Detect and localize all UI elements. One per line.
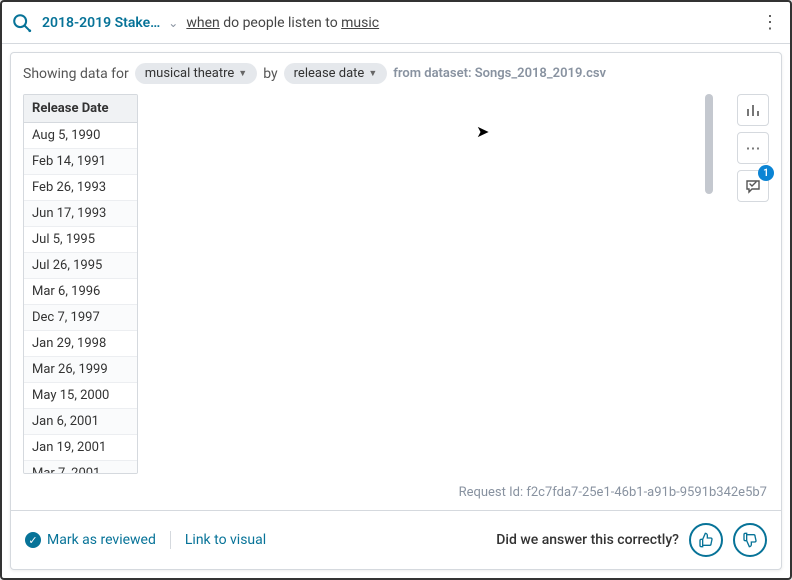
table-row[interactable]: Dec 7, 1997 [24,305,137,331]
footer-left: ✓ Mark as reviewed Link to visual [25,531,266,549]
more-options-button[interactable]: ⋯ [737,132,769,164]
scrollbar[interactable] [705,94,713,194]
filter-row: Showing data for musical theatre ▼ by re… [11,53,781,94]
comments-button[interactable]: 1 [737,170,769,202]
app-window: 2018-2019 Stake… ⌄ when do people listen… [0,0,792,580]
mark-reviewed-button[interactable]: ✓ Mark as reviewed [25,532,156,548]
content-row: Release Date Aug 5, 1990Feb 14, 1991Feb … [11,94,781,479]
table-row[interactable]: Jan 19, 2001 [24,435,137,461]
table-row[interactable]: Jul 26, 1995 [24,253,137,279]
divider [170,531,171,549]
chart-type-button[interactable] [737,94,769,126]
table-body: Aug 5, 1990Feb 14, 1991Feb 26, 1993Jun 1… [24,123,137,474]
query-word-last: music [341,15,379,31]
table-row[interactable]: Jul 5, 1995 [24,227,137,253]
result-table: Release Date Aug 5, 1990Feb 14, 1991Feb … [23,94,138,474]
query-word-mid: do people listen to [220,15,341,31]
table-row[interactable]: Jan 29, 1998 [24,331,137,357]
footer: ✓ Mark as reviewed Link to visual Did we… [11,510,781,569]
thumbs-up-button[interactable] [689,523,723,557]
table-row[interactable]: Aug 5, 1990 [24,123,137,149]
thumbs-down-button[interactable] [733,523,767,557]
table-row[interactable]: Jun 17, 1993 [24,201,137,227]
data-source-dropdown[interactable]: 2018-2019 Stake… [42,15,160,31]
table-row[interactable]: Jan 6, 2001 [24,409,137,435]
top-bar: 2018-2019 Stake… ⌄ when do people listen… [2,2,790,44]
result-panel: Showing data for musical theatre ▼ by re… [10,52,782,570]
request-id: Request Id: f2c7fda7-25e1-46b1-a91b-9591… [11,479,781,510]
table-header[interactable]: Release Date [24,95,137,123]
caret-down-icon: ▼ [238,68,247,79]
table-row[interactable]: Feb 26, 1993 [24,175,137,201]
caret-down-icon: ▼ [368,68,377,79]
dataset-label: from dataset: Songs_2018_2019.csv [393,66,606,81]
showing-label: Showing data for [23,66,129,82]
filter-pill-category[interactable]: musical theatre ▼ [135,63,257,84]
filter-pill-field-label: release date [294,66,365,81]
comments-badge: 1 [758,165,774,181]
chevron-down-icon[interactable]: ⌄ [168,16,178,30]
table-row[interactable]: Mar 6, 1996 [24,279,137,305]
table-row[interactable]: May 15, 2000 [24,383,137,409]
link-to-visual-button[interactable]: Link to visual [185,532,266,548]
table-row[interactable]: Mar 7, 2001 [24,461,137,474]
query-word-1: when [186,15,219,31]
side-actions: ⋯ 1 [737,94,769,202]
feedback-prompt: Did we answer this correctly? [496,532,679,548]
mouse-cursor-icon: ➤ [476,122,489,141]
more-menu-icon[interactable]: ⋮ [758,11,782,35]
mark-reviewed-label: Mark as reviewed [47,532,156,548]
table-row[interactable]: Feb 14, 1991 [24,149,137,175]
by-label: by [263,66,277,82]
query-text[interactable]: when do people listen to music [186,15,750,31]
footer-right: Did we answer this correctly? [496,523,767,557]
table-row[interactable]: Mar 26, 1999 [24,357,137,383]
filter-pill-category-label: musical theatre [145,66,235,81]
filter-pill-field[interactable]: release date ▼ [284,63,388,84]
chart-area: ➤ ⋯ [146,94,769,479]
check-circle-icon: ✓ [25,532,41,548]
q-logo-icon [10,11,34,35]
